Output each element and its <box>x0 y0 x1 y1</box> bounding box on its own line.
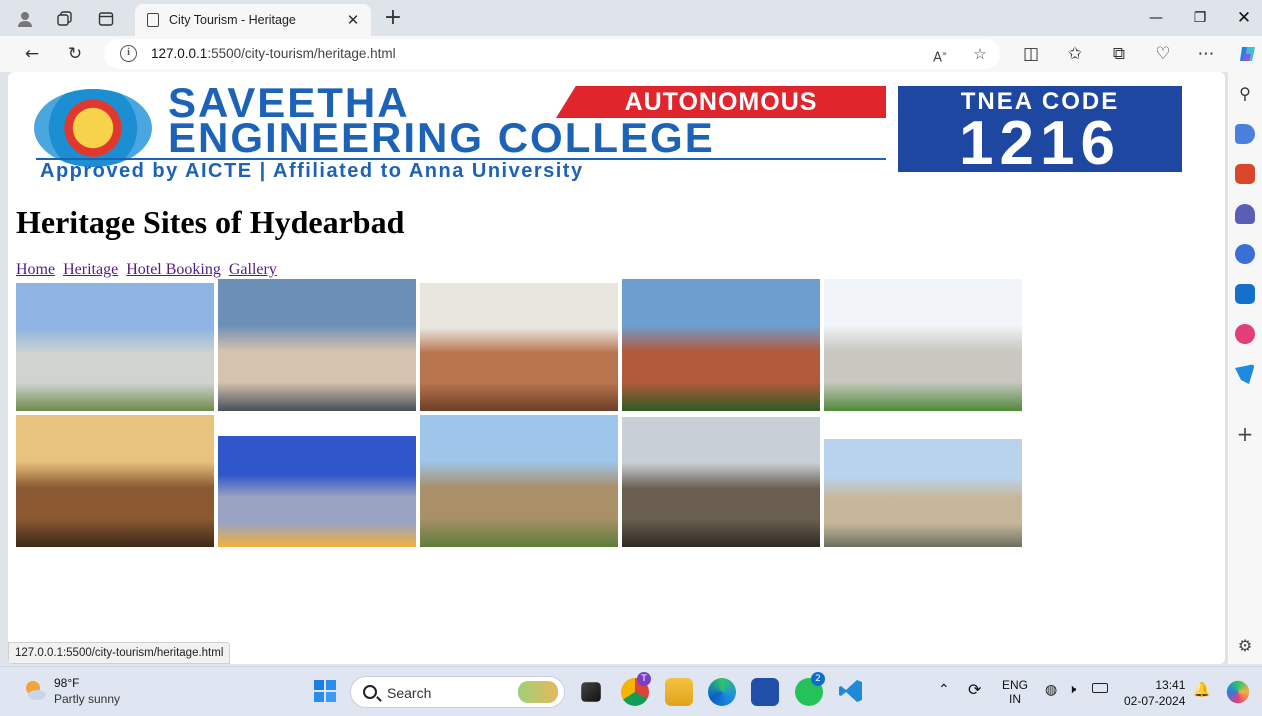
chrome-profile-badge: T <box>637 672 651 686</box>
safdarjung-tomb-photo <box>622 279 820 411</box>
read-aloud-icon[interactable]: A» <box>928 43 952 65</box>
page-title: Heritage Sites of Hydearbad <box>16 204 405 240</box>
weather-description[interactable]: Partly sunny <box>54 692 120 706</box>
tab-strip: City Tourism - Heritage ✕ + — ❐ ✕ <box>0 0 1262 36</box>
tnea-code: 1216 <box>959 109 1121 178</box>
refresh-button[interactable]: ↻ <box>61 41 89 67</box>
domed-tomb-sunset-photo <box>16 415 214 547</box>
status-bar-url: 127.0.0.1:5500/city-tourism/heritage.htm… <box>8 642 231 664</box>
chrome-icon[interactable]: T <box>621 672 651 706</box>
edge-browser-icon[interactable] <box>708 678 736 706</box>
baradari-pavilion-photo <box>218 279 416 411</box>
task-view-icon[interactable] <box>581 682 601 702</box>
notification-bell-icon[interactable]: 🔔 <box>1193 681 1210 698</box>
new-tab-button[interactable]: + <box>380 6 406 32</box>
address-bar[interactable]: i 127.0.0.1:5500/city-tourism/heritage.h… <box>104 39 1000 69</box>
region-code: IN <box>1009 692 1021 706</box>
nav-link-gallery[interactable]: Gallery <box>229 261 277 278</box>
file-explorer-icon[interactable] <box>665 678 693 706</box>
search-label: Search <box>387 685 432 701</box>
search-icon[interactable]: ⚲ <box>1235 84 1255 104</box>
chowmahalla-palace-photo <box>824 279 1022 411</box>
shopping-tag-icon[interactable] <box>1235 124 1255 144</box>
site-nav: Home Heritage Hotel Booking Gallery <box>16 261 281 279</box>
site-info-icon[interactable]: i <box>120 45 137 62</box>
mosque-minarets-photo <box>420 415 618 547</box>
nav-link-heritage[interactable]: Heritage <box>63 261 118 278</box>
windows-start-icon[interactable] <box>312 678 340 706</box>
search-highlight-icon <box>518 681 558 703</box>
sidebar-settings-gear-icon[interactable]: ⚙ <box>1235 636 1255 656</box>
microsoft365-icon[interactable] <box>1235 244 1255 264</box>
windows-taskbar: 98°F Partly sunny Search T 2 ⌃ ⟳ ENG IN … <box>0 666 1262 716</box>
clock-date: 02-07-2024 <box>1124 694 1186 708</box>
qutb-shahi-tomb-photo <box>16 283 214 411</box>
back-button[interactable]: ← <box>18 41 46 67</box>
college-banner: SAVEETHA AUTONOMOUS ENGINEERING COLLEGE … <box>16 80 1200 182</box>
charminar-night-photo <box>218 436 416 547</box>
show-hidden-icons-chevron-icon[interactable]: ⌃ <box>938 681 950 698</box>
profile-icon[interactable] <box>12 6 38 32</box>
designer-icon[interactable] <box>1235 324 1255 344</box>
games-icon[interactable] <box>1235 204 1255 224</box>
favorites-icon[interactable]: ✩ <box>1061 41 1089 67</box>
weather-temperature[interactable]: 98°F <box>54 676 79 690</box>
favorite-star-icon[interactable]: ☆ <box>968 43 992 65</box>
clock[interactable]: 13:41 02-07-2024 <box>1124 677 1185 709</box>
banner-subtitle: Approved by AICTE | Affiliated to Anna U… <box>40 160 584 182</box>
page-icon <box>147 13 159 27</box>
split-screen-icon[interactable]: ◫ <box>1017 41 1045 67</box>
collections-icon[interactable]: ⧉ <box>1105 41 1133 67</box>
microsoft-store-icon[interactable] <box>751 678 779 706</box>
workspaces-icon[interactable] <box>52 6 78 32</box>
close-window-button[interactable]: ✕ <box>1222 4 1262 32</box>
send-icon[interactable] <box>1235 364 1255 384</box>
close-tab-icon[interactable]: ✕ <box>343 11 363 29</box>
clock-time: 13:41 <box>1155 678 1186 692</box>
taskbar-search[interactable]: Search <box>350 676 565 708</box>
network-globe-icon[interactable]: ◍ <box>1045 681 1057 698</box>
outlook-icon[interactable] <box>1235 284 1255 304</box>
nav-link-home[interactable]: Home <box>16 261 55 278</box>
language-indicator[interactable]: ENG IN <box>1002 678 1028 706</box>
search-magnifier-icon <box>363 685 377 699</box>
browser-essentials-icon[interactable]: ♡ <box>1149 41 1177 67</box>
url-text[interactable]: 127.0.0.1:5500/city-tourism/heritage.htm… <box>151 46 396 61</box>
whatsapp-unread-badge: 2 <box>811 672 825 686</box>
mecca-masjid-photo <box>622 417 820 547</box>
page-viewport: SAVEETHA AUTONOMOUS ENGINEERING COLLEGE … <box>8 72 1225 664</box>
tnea-code-box: TNEA CODE 1216 <box>898 86 1182 178</box>
more-menu-icon[interactable]: ⋯ <box>1192 41 1220 67</box>
tab-actions-icon[interactable] <box>93 6 119 32</box>
whatsapp-icon[interactable]: 2 <box>795 672 825 706</box>
edge-sidebar: ⚲ + ⚙ <box>1228 72 1262 664</box>
copilot-icon[interactable] <box>1234 41 1262 67</box>
weather-sun-cloud-icon[interactable] <box>22 677 48 703</box>
minimize-button[interactable]: — <box>1134 4 1178 32</box>
banner-line2: ENGINEERING COLLEGE <box>168 114 715 161</box>
active-tab[interactable]: City Tourism - Heritage ✕ <box>135 4 371 36</box>
nav-link-hotel-booking[interactable]: Hotel Booking <box>126 261 221 278</box>
tab-title: City Tourism - Heritage <box>169 13 296 27</box>
navigation-bar: ← ↻ i 127.0.0.1:5500/city-tourism/herita… <box>0 36 1262 72</box>
charminar-day-photo <box>824 439 1022 547</box>
muted-volume-icon[interactable]: 🕨 <box>1068 681 1076 697</box>
stone-pavilion-photo <box>420 283 618 411</box>
copilot-taskbar-icon[interactable] <box>1226 680 1250 704</box>
college-logo <box>34 89 152 167</box>
tools-briefcase-icon[interactable] <box>1235 164 1255 184</box>
sync-icon[interactable]: ⟳ <box>968 680 981 700</box>
language-code: ENG <box>1002 678 1029 692</box>
vscode-icon[interactable] <box>838 678 866 706</box>
battery-icon[interactable] <box>1092 683 1108 693</box>
add-sidebar-app-icon[interactable]: + <box>1235 424 1255 444</box>
restore-button[interactable]: ❐ <box>1178 4 1222 32</box>
